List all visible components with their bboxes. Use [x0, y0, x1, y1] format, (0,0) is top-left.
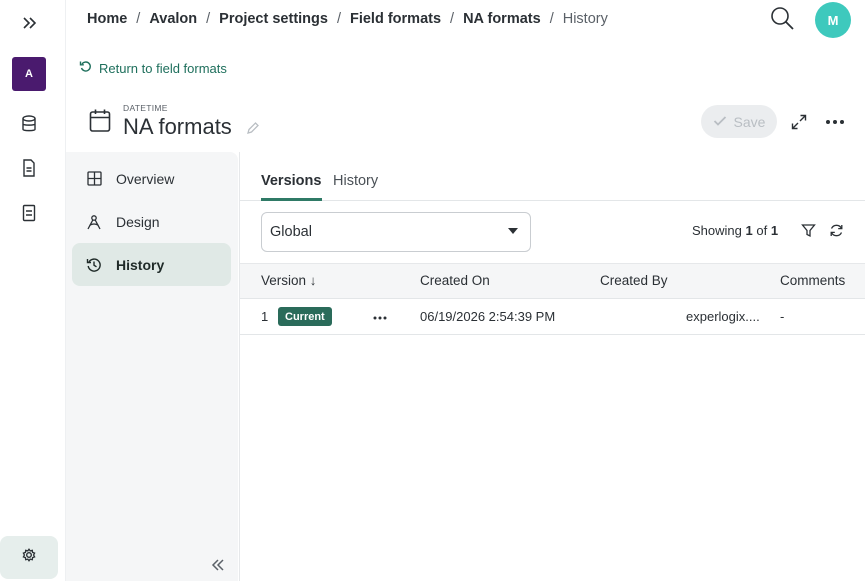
more-options-icon[interactable]: [824, 112, 846, 132]
return-link[interactable]: Return to field formats: [79, 60, 227, 76]
cell-comments: -: [780, 309, 785, 324]
column-header-version[interactable]: Version ↓: [261, 273, 317, 288]
active-tab-indicator: [261, 198, 322, 201]
tab-versions[interactable]: Versions: [261, 173, 321, 189]
cell-created-by: experlogix....: [686, 309, 760, 324]
breadcrumb-separator: /: [336, 11, 341, 27]
table-header: Version ↓ Created On Created By Comments: [240, 263, 865, 299]
check-icon: [713, 114, 727, 130]
page-title: NA formats: [123, 114, 232, 139]
sidenav-item-label: Design: [116, 213, 160, 230]
column-header-created-on[interactable]: Created On: [420, 273, 490, 288]
gear-icon: [21, 547, 37, 568]
table-row[interactable]: 1 Current 06/19/2026 2:54:39 PM experlog…: [240, 299, 865, 335]
scope-dropdown[interactable]: Global: [261, 212, 531, 252]
breadcrumb-home[interactable]: Home: [87, 11, 127, 27]
breadcrumb-separator: /: [206, 11, 211, 27]
search-icon: [769, 5, 795, 36]
collapse-sidenav-icon[interactable]: [208, 555, 228, 575]
column-header-created-by[interactable]: Created By: [600, 273, 668, 288]
expand-icon[interactable]: [789, 112, 809, 132]
sidenav-item-label: Overview: [116, 170, 175, 187]
report-icon[interactable]: [18, 202, 40, 224]
breadcrumb-current: History: [562, 11, 608, 27]
settings-sidenav: Overview Design History: [66, 152, 238, 581]
user-avatar[interactable]: M: [815, 2, 851, 38]
breadcrumb-separator: /: [549, 11, 554, 27]
refresh-icon[interactable]: [827, 221, 845, 239]
pagination-summary: Showing 1 of 1: [692, 223, 778, 238]
left-rail: A: [0, 0, 66, 581]
pencil-icon[interactable]: [246, 121, 260, 135]
undo-icon: [79, 60, 92, 76]
expand-rail-icon[interactable]: [18, 11, 42, 35]
title-kicker: DATETIME: [123, 103, 168, 113]
search-button[interactable]: [768, 6, 796, 34]
caret-down-icon: [508, 228, 518, 234]
sidenav-item-overview[interactable]: Overview: [72, 157, 231, 200]
breadcrumb-separator: /: [450, 11, 455, 27]
return-link-label: Return to field formats: [99, 60, 227, 76]
design-icon: [86, 214, 102, 230]
grid-icon: [86, 171, 102, 187]
workspace-avatar[interactable]: A: [12, 57, 46, 91]
document-icon[interactable]: [18, 157, 40, 179]
settings-button[interactable]: [0, 536, 58, 579]
sidenav-item-history[interactable]: History: [72, 243, 231, 286]
tab-history[interactable]: History: [333, 173, 378, 189]
pagination-total: 1: [770, 223, 779, 238]
save-button-label: Save: [733, 113, 766, 130]
breadcrumb-project-settings[interactable]: Project settings: [219, 11, 328, 27]
row-more-icon[interactable]: [373, 307, 387, 323]
tab-bar: Versions History: [240, 152, 865, 201]
sidenav-item-label: History: [116, 256, 165, 273]
pagination-current: 1: [745, 223, 753, 238]
save-button[interactable]: Save: [701, 105, 777, 138]
pagination-prefix: Showing: [692, 223, 742, 238]
sidenav-item-design[interactable]: Design: [72, 200, 231, 243]
breadcrumb-na-formats[interactable]: NA formats: [463, 11, 541, 27]
database-icon[interactable]: [18, 113, 40, 135]
history-icon: [86, 257, 102, 273]
breadcrumb-separator: /: [136, 11, 141, 27]
status-badge: Current: [278, 307, 332, 326]
filter-icon[interactable]: [799, 221, 817, 239]
pagination-of: of: [756, 223, 768, 238]
scope-dropdown-value: Global: [270, 224, 312, 240]
breadcrumb: Home / Avalon / Project settings / Field…: [87, 11, 608, 27]
breadcrumb-avalon[interactable]: Avalon: [149, 11, 197, 27]
main-content: Versions History Global Showing 1 of 1 V…: [239, 152, 865, 581]
column-header-comments[interactable]: Comments: [780, 273, 845, 288]
cell-version: 1: [261, 309, 269, 324]
breadcrumb-field-formats[interactable]: Field formats: [350, 11, 441, 27]
cell-created-on: 06/19/2026 2:54:39 PM: [420, 309, 556, 324]
calendar-icon: [89, 108, 113, 134]
